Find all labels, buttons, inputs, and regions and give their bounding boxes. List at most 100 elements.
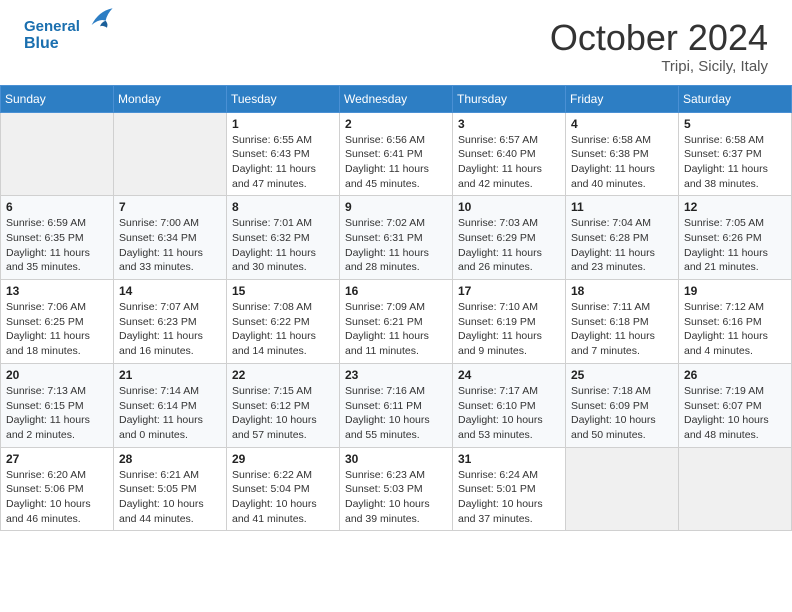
day-number: 11 — [571, 200, 673, 214]
day-number: 1 — [232, 117, 334, 131]
calendar-cell: 6 Sunrise: 6:59 AM Sunset: 6:35 PM Daylig… — [1, 196, 114, 280]
day-number: 21 — [119, 368, 221, 382]
day-info: Sunrise: 7:00 AM Sunset: 6:34 PM Dayligh… — [119, 216, 221, 275]
day-info: Sunrise: 7:19 AM Sunset: 6:07 PM Dayligh… — [684, 384, 786, 443]
day-number: 23 — [345, 368, 447, 382]
day-number: 25 — [571, 368, 673, 382]
day-info: Sunrise: 7:10 AM Sunset: 6:19 PM Dayligh… — [458, 300, 560, 359]
calendar-cell: 5 Sunrise: 6:58 AM Sunset: 6:37 PM Daylig… — [679, 112, 792, 196]
day-info: Sunrise: 7:02 AM Sunset: 6:31 PM Dayligh… — [345, 216, 447, 275]
calendar-cell: 28 Sunrise: 6:21 AM Sunset: 5:05 PM Dayli… — [114, 447, 227, 531]
day-info: Sunrise: 6:58 AM Sunset: 6:38 PM Dayligh… — [571, 133, 673, 192]
day-info: Sunrise: 7:17 AM Sunset: 6:10 PM Dayligh… — [458, 384, 560, 443]
day-info: Sunrise: 7:05 AM Sunset: 6:26 PM Dayligh… — [684, 216, 786, 275]
weekday-header: Thursday — [453, 85, 566, 112]
weekday-header: Wednesday — [340, 85, 453, 112]
calendar-cell: 27Sunrise: 6:20 AM Sunset: 5:06 PM Dayli… — [1, 447, 114, 531]
day-number: 26 — [684, 368, 786, 382]
day-info: Sunrise: 6:22 AM Sunset: 5:04 PM Dayligh… — [232, 468, 334, 527]
logo-general: General — [24, 18, 80, 35]
calendar-cell: 18Sunrise: 7:11 AM Sunset: 6:18 PM Dayli… — [566, 280, 679, 364]
day-info: Sunrise: 6:59 AM Sunset: 6:35 PM Dayligh… — [6, 216, 108, 275]
calendar-cell: 7 Sunrise: 7:00 AM Sunset: 6:34 PM Daylig… — [114, 196, 227, 280]
calendar-week-row: 27Sunrise: 6:20 AM Sunset: 5:06 PM Dayli… — [1, 447, 792, 531]
day-info: Sunrise: 7:08 AM Sunset: 6:22 PM Dayligh… — [232, 300, 334, 359]
calendar-cell: 1 Sunrise: 6:55 AM Sunset: 6:43 PM Daylig… — [227, 112, 340, 196]
calendar-cell: 25Sunrise: 7:18 AM Sunset: 6:09 PM Dayli… — [566, 363, 679, 447]
day-number: 27 — [6, 452, 108, 466]
day-info: Sunrise: 7:07 AM Sunset: 6:23 PM Dayligh… — [119, 300, 221, 359]
calendar-cell — [566, 447, 679, 531]
day-number: 29 — [232, 452, 334, 466]
calendar-cell: 22Sunrise: 7:15 AM Sunset: 6:12 PM Dayli… — [227, 363, 340, 447]
day-number: 17 — [458, 284, 560, 298]
calendar-cell: 4 Sunrise: 6:58 AM Sunset: 6:38 PM Daylig… — [566, 112, 679, 196]
calendar-cell: 24 Sunrise: 7:17 AM Sunset: 6:10 PM Dayli… — [453, 363, 566, 447]
day-info: Sunrise: 6:24 AM Sunset: 5:01 PM Dayligh… — [458, 468, 560, 527]
day-info: Sunrise: 6:57 AM Sunset: 6:40 PM Dayligh… — [458, 133, 560, 192]
day-number: 16 — [345, 284, 447, 298]
weekday-header: Tuesday — [227, 85, 340, 112]
calendar-cell: 23 Sunrise: 7:16 AM Sunset: 6:11 PM Dayli… — [340, 363, 453, 447]
day-info: Sunrise: 6:23 AM Sunset: 5:03 PM Dayligh… — [345, 468, 447, 527]
calendar-cell: 11 Sunrise: 7:04 AM Sunset: 6:28 PM Dayli… — [566, 196, 679, 280]
day-number: 4 — [571, 117, 673, 131]
day-number: 30 — [345, 452, 447, 466]
day-number: 6 — [6, 200, 108, 214]
day-info: Sunrise: 7:01 AM Sunset: 6:32 PM Dayligh… — [232, 216, 334, 275]
weekday-header: Sunday — [1, 85, 114, 112]
day-info: Sunrise: 7:14 AM Sunset: 6:14 PM Dayligh… — [119, 384, 221, 443]
calendar-cell: 29 Sunrise: 6:22 AM Sunset: 5:04 PM Dayli… — [227, 447, 340, 531]
day-number: 19 — [684, 284, 786, 298]
day-number: 7 — [119, 200, 221, 214]
calendar-cell: 14Sunrise: 7:07 AM Sunset: 6:23 PM Dayli… — [114, 280, 227, 364]
calendar-cell — [114, 112, 227, 196]
calendar-cell: 26 Sunrise: 7:19 AM Sunset: 6:07 PM Dayli… — [679, 363, 792, 447]
calendar-cell: 19Sunrise: 7:12 AM Sunset: 6:16 PM Dayli… — [679, 280, 792, 364]
calendar-cell: 13Sunrise: 7:06 AM Sunset: 6:25 PM Dayli… — [1, 280, 114, 364]
calendar-week-row: 6 Sunrise: 6:59 AM Sunset: 6:35 PM Daylig… — [1, 196, 792, 280]
calendar-cell: 15 Sunrise: 7:08 AM Sunset: 6:22 PM Dayli… — [227, 280, 340, 364]
calendar-cell: 20 Sunrise: 7:13 AM Sunset: 6:15 PM Dayli… — [1, 363, 114, 447]
day-number: 5 — [684, 117, 786, 131]
day-info: Sunrise: 6:21 AM Sunset: 5:05 PM Dayligh… — [119, 468, 221, 527]
calendar-cell: 21 Sunrise: 7:14 AM Sunset: 6:14 PM Dayli… — [114, 363, 227, 447]
weekday-header: Saturday — [679, 85, 792, 112]
day-number: 13 — [6, 284, 108, 298]
day-number: 22 — [232, 368, 334, 382]
day-info: Sunrise: 7:04 AM Sunset: 6:28 PM Dayligh… — [571, 216, 673, 275]
logo-blue: Blue — [24, 35, 59, 52]
weekday-header: Friday — [566, 85, 679, 112]
day-info: Sunrise: 7:09 AM Sunset: 6:21 PM Dayligh… — [345, 300, 447, 359]
day-number: 24 — [458, 368, 560, 382]
day-info: Sunrise: 6:56 AM Sunset: 6:41 PM Dayligh… — [345, 133, 447, 192]
day-number: 18 — [571, 284, 673, 298]
logo: General Blue — [24, 18, 114, 53]
day-number: 2 — [345, 117, 447, 131]
day-number: 12 — [684, 200, 786, 214]
location: Tripi, Sicily, Italy — [550, 58, 768, 75]
day-number: 3 — [458, 117, 560, 131]
day-info: Sunrise: 7:13 AM Sunset: 6:15 PM Dayligh… — [6, 384, 108, 443]
calendar-cell: 3 Sunrise: 6:57 AM Sunset: 6:40 PM Daylig… — [453, 112, 566, 196]
day-number: 8 — [232, 200, 334, 214]
day-info: Sunrise: 6:58 AM Sunset: 6:37 PM Dayligh… — [684, 133, 786, 192]
day-info: Sunrise: 7:03 AM Sunset: 6:29 PM Dayligh… — [458, 216, 560, 275]
day-number: 15 — [232, 284, 334, 298]
calendar-cell: 9Sunrise: 7:02 AM Sunset: 6:31 PM Daylig… — [340, 196, 453, 280]
calendar-week-row: 13Sunrise: 7:06 AM Sunset: 6:25 PM Dayli… — [1, 280, 792, 364]
logo-bird-icon — [86, 4, 114, 32]
day-number: 31 — [458, 452, 560, 466]
calendar-cell: 8 Sunrise: 7:01 AM Sunset: 6:32 PM Daylig… — [227, 196, 340, 280]
calendar-cell: 31 Sunrise: 6:24 AM Sunset: 5:01 PM Dayli… — [453, 447, 566, 531]
day-number: 28 — [119, 452, 221, 466]
calendar-cell: 10Sunrise: 7:03 AM Sunset: 6:29 PM Dayli… — [453, 196, 566, 280]
calendar-week-row: 20 Sunrise: 7:13 AM Sunset: 6:15 PM Dayli… — [1, 363, 792, 447]
weekday-header: Monday — [114, 85, 227, 112]
month-title: October 2024 — [550, 18, 768, 58]
day-info: Sunrise: 7:16 AM Sunset: 6:11 PM Dayligh… — [345, 384, 447, 443]
day-number: 20 — [6, 368, 108, 382]
title-section: October 2024 Tripi, Sicily, Italy — [550, 18, 768, 75]
day-info: Sunrise: 6:55 AM Sunset: 6:43 PM Dayligh… — [232, 133, 334, 192]
calendar-cell: 16 Sunrise: 7:09 AM Sunset: 6:21 PM Dayli… — [340, 280, 453, 364]
